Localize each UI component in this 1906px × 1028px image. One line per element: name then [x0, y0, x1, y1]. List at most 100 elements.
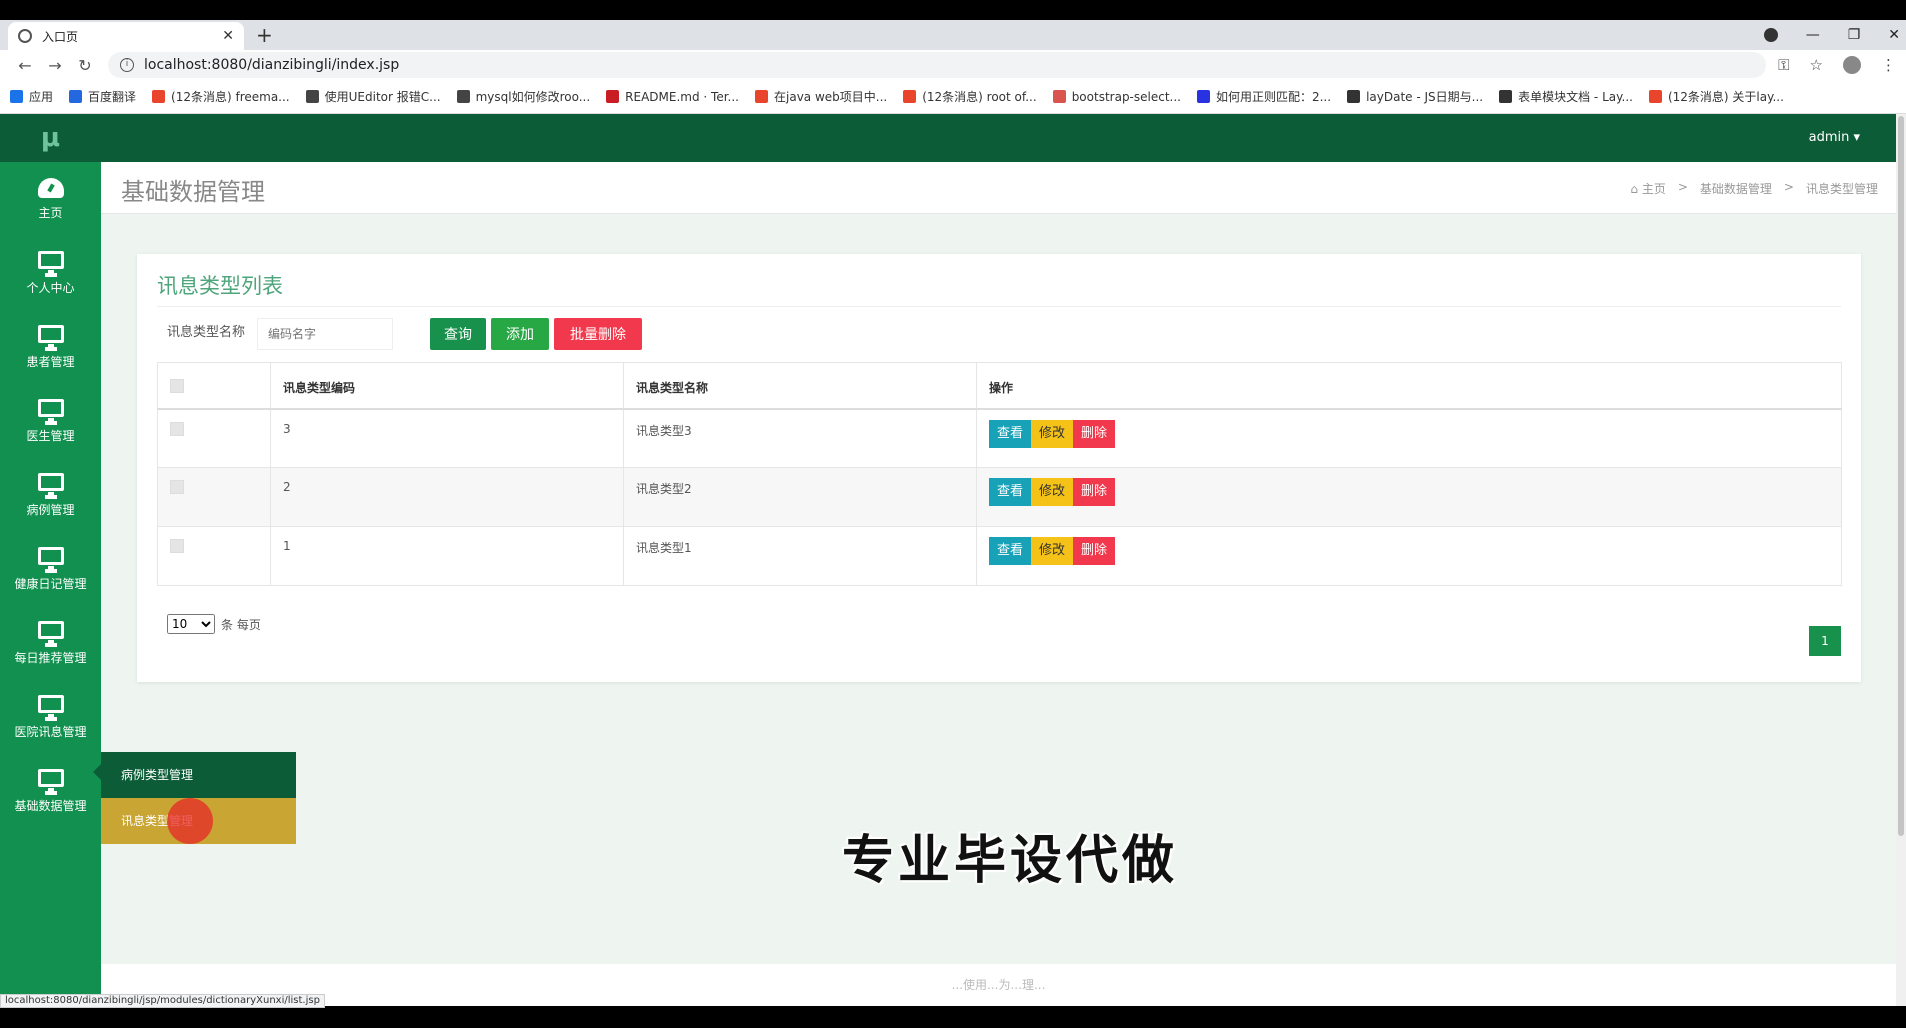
forward-icon[interactable]: →	[40, 56, 70, 75]
query-button[interactable]: 查询	[430, 318, 486, 350]
bookmark-icon	[456, 90, 470, 103]
page-size-select[interactable]: 10	[167, 614, 215, 634]
bookmark-item[interactable]: mysql如何修改roo...	[456, 88, 590, 105]
bookmark-item[interactable]: (12条消息) 关于lay...	[1648, 88, 1784, 105]
header-actions: 操作	[976, 362, 1842, 410]
address-bar[interactable]: i localhost:8080/dianzibingli/index.jsp	[108, 52, 1767, 78]
new-tab-button[interactable]: +	[256, 23, 273, 47]
menu-icon[interactable]: ⋮	[1881, 56, 1896, 74]
monitor-icon	[37, 620, 64, 644]
bookmark-item[interactable]: 在java web项目中...	[755, 88, 887, 105]
submenu-item-case-type[interactable]: 病例类型管理	[101, 752, 296, 798]
cell-name: 讯息类型1	[623, 526, 977, 586]
toolbar-right: ⚿ ☆ ⋮	[1778, 56, 1896, 74]
sidebar-item[interactable]: 病例管理	[0, 458, 101, 532]
row-checkbox[interactable]	[170, 539, 184, 553]
account-icon[interactable]	[1843, 56, 1861, 74]
star-icon[interactable]: ☆	[1810, 56, 1823, 74]
bookmark-item[interactable]: 应用	[10, 88, 53, 105]
footer: ...使用...为...理...	[101, 964, 1896, 1006]
delete-button[interactable]: 删除	[1073, 537, 1116, 565]
row-checkbox[interactable]	[170, 421, 184, 436]
close-window-icon[interactable]: ✕	[1888, 27, 1900, 43]
delete-button[interactable]: 删除	[1073, 478, 1116, 506]
user-menu[interactable]: admin ▾	[1809, 114, 1860, 162]
view-button[interactable]: 查看	[989, 537, 1032, 565]
bookmark-item[interactable]: README.md · Ter...	[606, 90, 739, 104]
bookmark-label: README.md · Ter...	[625, 89, 739, 104]
monitor-icon	[37, 250, 64, 274]
header-select-all[interactable]	[157, 362, 271, 410]
bookmark-item[interactable]: 使用UEditor 报错C...	[305, 88, 441, 105]
sidebar-item[interactable]: 医生管理	[0, 384, 101, 458]
table-row: 2 讯息类型2 查看 修改 删除	[157, 467, 1842, 527]
page-scrollbar[interactable]	[1896, 114, 1906, 1006]
sidebar-item-label: 医生管理	[26, 428, 75, 443]
view-button[interactable]: 查看	[989, 478, 1032, 506]
sidebar-item-label: 每日推荐管理	[14, 650, 87, 665]
delete-button[interactable]: 删除	[1073, 419, 1116, 448]
restore-icon[interactable]: ❐	[1848, 27, 1861, 43]
sidebar-item[interactable]: 每日推荐管理	[0, 606, 101, 680]
select-all-checkbox[interactable]	[170, 379, 184, 393]
bookmark-label: bootstrap-select...	[1071, 89, 1181, 104]
bookmark-item[interactable]: (12条消息) freema...	[152, 88, 290, 105]
info-icon[interactable]: i	[120, 58, 134, 72]
bookmark-item[interactable]: 如何用正则匹配：2...	[1196, 88, 1331, 105]
bookmark-icon	[1052, 90, 1066, 103]
sidebar-item[interactable]: 主页	[0, 162, 101, 236]
add-button[interactable]: 添加	[491, 318, 549, 350]
minimize-icon[interactable]: —	[1806, 27, 1820, 43]
sidebar-item[interactable]: 个人中心	[0, 236, 101, 310]
browser-tab[interactable]: 入口页 ✕	[8, 22, 244, 50]
search-input[interactable]	[257, 318, 393, 350]
bookmark-item[interactable]: (12条消息) root of...	[903, 88, 1037, 105]
row-select-cell	[157, 467, 271, 527]
top-navbar: admin ▾	[101, 114, 1896, 162]
scrollbar-thumb[interactable]	[1898, 116, 1904, 836]
row-checkbox[interactable]	[170, 480, 184, 494]
bookmark-item[interactable]: 表单模块文档 - Lay...	[1499, 88, 1633, 105]
bookmark-icon	[1648, 90, 1662, 103]
cell-name: 讯息类型3	[623, 408, 977, 468]
cell-actions: 查看 修改 删除	[976, 467, 1842, 527]
bookmark-icon	[1196, 90, 1210, 103]
monitor-icon	[37, 694, 64, 718]
table-header-row: 讯息类型编码 讯息类型名称 操作	[157, 362, 1842, 410]
breadcrumb-sep: >	[1677, 180, 1688, 194]
breadcrumb-basic-data[interactable]: 基础数据管理	[1700, 180, 1772, 197]
profile-icon[interactable]	[1763, 28, 1778, 42]
window-controls: — ❐ ✕	[1763, 20, 1900, 50]
view-button[interactable]: 查看	[989, 419, 1032, 448]
sidebar-item[interactable]: 健康日记管理	[0, 532, 101, 606]
header-name: 讯息类型名称	[623, 362, 977, 410]
submenu-item-message-type[interactable]: 讯息类型管理	[101, 798, 296, 844]
reload-icon[interactable]: ↻	[70, 56, 100, 75]
sidebar-item[interactable]: 医院讯息管理	[0, 680, 101, 754]
bookmark-item[interactable]: 百度翻译	[69, 88, 136, 105]
pagination-page-1[interactable]: 1	[1809, 626, 1841, 656]
key-icon[interactable]: ⚿	[1778, 56, 1789, 74]
sidebar-item-label: 基础数据管理	[14, 798, 87, 813]
header-code: 讯息类型编码	[270, 362, 624, 410]
cell-code: 2	[270, 467, 624, 527]
bookmark-item[interactable]: layDate - JS日期与...	[1347, 88, 1483, 105]
batch-delete-button[interactable]: 批量删除	[554, 318, 642, 350]
close-tab-icon[interactable]: ✕	[222, 28, 234, 44]
edit-button[interactable]: 修改	[1031, 537, 1074, 565]
edit-button[interactable]: 修改	[1031, 419, 1074, 448]
status-bar-url: localhost:8080/dianzibingli/jsp/modules/…	[0, 994, 325, 1008]
sidebar-item[interactable]: 患者管理	[0, 310, 101, 384]
page-title: 基础数据管理	[121, 178, 265, 206]
url-text: localhost:8080/dianzibingli/index.jsp	[144, 57, 400, 73]
breadcrumb: ⌂ 主页 > 基础数据管理 > 讯息类型管理	[1630, 180, 1878, 197]
table-row: 1 讯息类型1 查看 修改 删除	[157, 526, 1842, 586]
bookmark-item[interactable]: bootstrap-select...	[1052, 89, 1181, 104]
breadcrumb-home[interactable]: ⌂ 主页	[1630, 180, 1665, 197]
cell-code: 1	[270, 526, 624, 586]
sidebar-item[interactable]: 基础数据管理	[0, 754, 101, 828]
back-icon[interactable]: ←	[10, 56, 40, 75]
divider	[157, 306, 1841, 307]
edit-button[interactable]: 修改	[1031, 478, 1074, 506]
bookmark-label: 百度翻译	[88, 90, 137, 104]
